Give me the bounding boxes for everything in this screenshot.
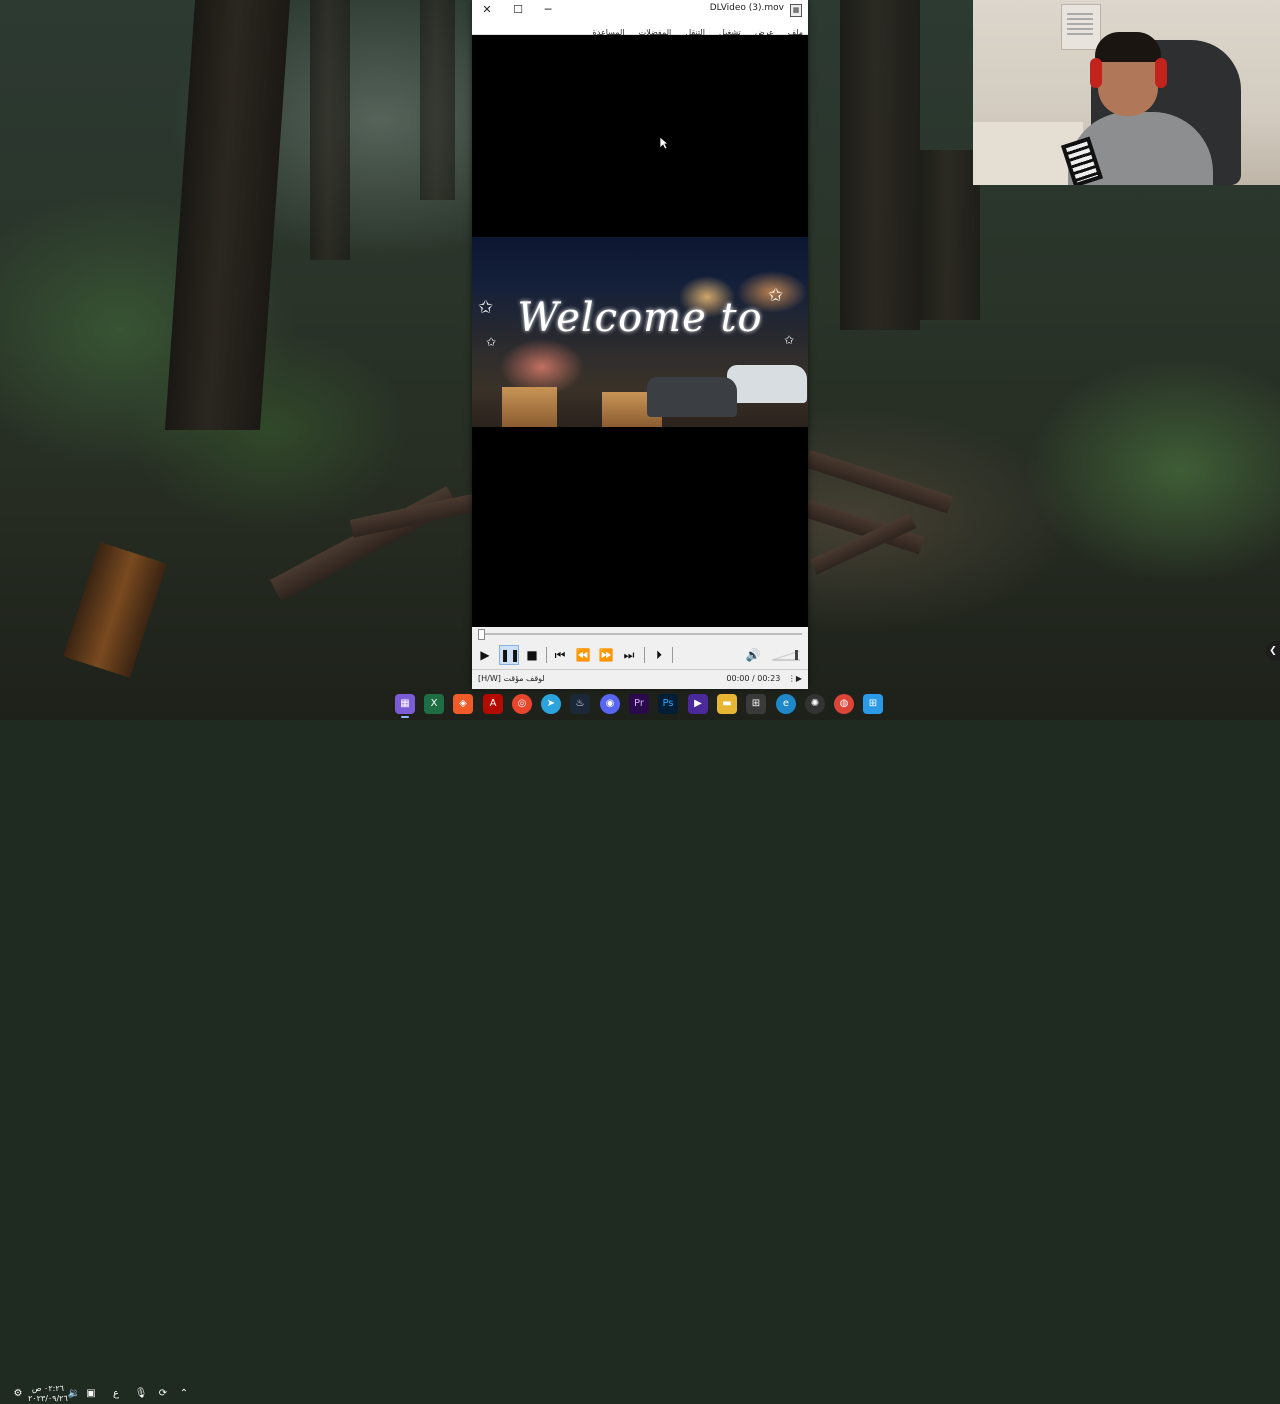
fast-forward-icon[interactable]: ⏩ [597, 646, 615, 664]
maximize-icon[interactable]: ☐ [508, 2, 528, 18]
video-frame: Welcome to ✩ ✩ ✩ ✩ [472, 237, 808, 427]
system-tray: ⚙ ٠٢:٢٦ ص ٢٠٢٣/٠٩/٢٦ 🔉 ▣ ع 🎙 ⟳ ⌃ [0, 690, 200, 1403]
pause-icon[interactable]: ❚❚ [499, 645, 520, 665]
star-icon: ✩ [478, 297, 494, 318]
tree-trunk [920, 150, 980, 320]
edge-app-icon[interactable]: e [776, 694, 796, 714]
media-player-window[interactable]: ✕ ☐ ─ DLVideo (3).mov ▦ ملف عرض تشغيل ال… [472, 0, 808, 689]
video-editor-app-icon[interactable]: ▶ [688, 694, 708, 714]
parked-car [647, 377, 737, 417]
volume-icon[interactable]: 🔉 [67, 1387, 81, 1401]
log-stump [63, 542, 167, 678]
notification-icon[interactable]: ⚙ [11, 1387, 25, 1401]
chatgpt-app-icon[interactable]: ✺ [805, 694, 825, 714]
tree-trunk [840, 0, 920, 330]
clock-date: ٢٠٢٣/٠٩/٢٦ [28, 1394, 68, 1403]
volume-thumb[interactable] [795, 650, 798, 660]
microphone-icon[interactable]: 🎙 [134, 1387, 148, 1401]
headphone-icon [1090, 58, 1102, 88]
wooden-plank [350, 490, 491, 538]
control-separator [546, 647, 547, 663]
rewind-icon[interactable]: ⏪ [574, 646, 592, 664]
close-icon[interactable]: ✕ [477, 2, 497, 18]
window-title: DLVideo (3).mov [709, 3, 784, 13]
speaker-icon[interactable]: 🔊 [744, 646, 762, 664]
title-bar[interactable]: ✕ ☐ ─ DLVideo (3).mov ▦ [472, 0, 808, 20]
tree-trunk [310, 0, 350, 260]
start-icon[interactable]: ⊞ [863, 694, 883, 714]
premiere-app-icon[interactable]: Pr [629, 694, 649, 714]
brave-app-icon[interactable]: ◈ [453, 694, 473, 714]
discord-app-icon[interactable]: ◉ [600, 694, 620, 714]
status-right: 00:00 / 00:23 ⋮▶ [726, 674, 802, 683]
excel-app-icon[interactable]: X [424, 694, 444, 714]
telegram-app-icon[interactable]: ➤ [541, 694, 561, 714]
chevron-left-icon[interactable]: ❮ [1266, 641, 1280, 661]
network-icon[interactable]: ▣ [84, 1387, 98, 1401]
file-explorer-app-icon[interactable]: ▬ [717, 694, 737, 714]
sync-icon[interactable]: ⟳ [156, 1387, 170, 1401]
time-display: 00:00 / 00:23 [726, 674, 781, 683]
video-area[interactable]: Welcome to ✩ ✩ ✩ ✩ [472, 35, 808, 627]
star-icon: ✩ [768, 285, 784, 306]
headphone-icon [1155, 58, 1167, 88]
control-separator [672, 647, 673, 663]
menu-bar: ملف عرض تشغيل التنقل المفضلات المساعدة [472, 20, 808, 37]
control-separator [644, 647, 645, 663]
acrobat-app-icon[interactable]: A [483, 694, 503, 714]
frame-step-icon[interactable]: ⏵ [650, 646, 668, 664]
seek-track[interactable] [478, 633, 802, 635]
store-app-icon[interactable]: ⊞ [746, 694, 766, 714]
app-icon: ▦ [790, 4, 802, 17]
mouse-cursor-icon [659, 136, 669, 150]
volume-slider[interactable] [771, 649, 801, 661]
clock-time: ٠٢:٢٦ ص [31, 1384, 64, 1393]
wooden-plank [804, 450, 953, 514]
air-conditioner [1061, 4, 1101, 50]
photoshop-app-icon[interactable]: Ps [658, 694, 678, 714]
webcam-overlay [973, 0, 1280, 185]
minimize-icon[interactable]: ─ [538, 2, 558, 18]
person-hair [1095, 32, 1161, 62]
steam-app-icon[interactable]: ♨ [570, 694, 590, 714]
chevron-up-icon[interactable]: ⌃ [177, 1387, 191, 1401]
tree-trunk [164, 0, 291, 430]
stop-icon[interactable]: ■ [523, 646, 541, 664]
clock[interactable]: ٠٢:٢٦ ص ٢٠٢٣/٠٩/٢٦ [28, 1384, 68, 1404]
chrome-app-icon[interactable]: ◍ [834, 694, 854, 714]
tree-trunk [420, 0, 455, 200]
playback-controls: ▶ ❚❚ ■ ⏮ ⏪ ⏩ ⏭ ⏵ 🔊 [472, 641, 808, 669]
play-icon[interactable]: ▶ [476, 646, 494, 664]
seek-thumb[interactable] [478, 629, 485, 640]
menu-icon[interactable]: ⋮▶ [788, 674, 802, 683]
skip-forward-icon[interactable]: ⏭ [620, 646, 638, 664]
language-indicator[interactable]: ع [109, 1387, 123, 1401]
status-bar: [H/W] لوقف مؤقت 00:00 / 00:23 ⋮▶ [472, 669, 808, 689]
skip-back-icon[interactable]: ⏮ [551, 646, 569, 664]
video-overlay-text: Welcome to [517, 295, 763, 341]
seek-bar[interactable] [472, 627, 808, 641]
market-stall [502, 387, 557, 427]
parked-car [727, 365, 807, 403]
calendar-app-icon[interactable]: ▦ [395, 694, 415, 718]
star-icon: ✩ [486, 335, 497, 349]
star-icon: ✩ [784, 333, 795, 347]
red-app-icon[interactable]: ◎ [512, 694, 532, 714]
status-text: [H/W] لوقف مؤقت [478, 674, 545, 683]
